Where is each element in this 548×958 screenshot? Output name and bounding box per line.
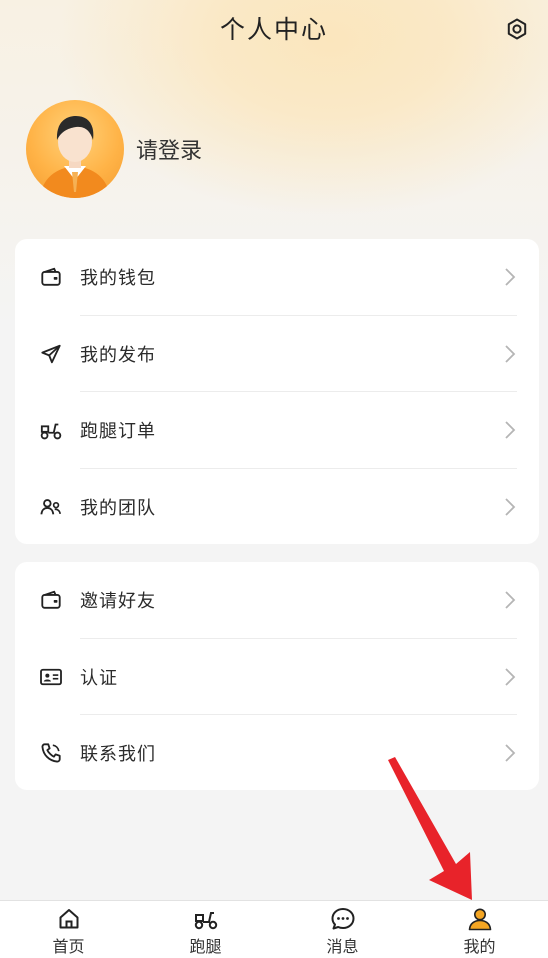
- chevron-right-icon: [503, 497, 517, 517]
- chevron-right-icon: [503, 590, 517, 610]
- tab-label: 我的: [463, 937, 496, 956]
- tab-errand[interactable]: 跑腿: [137, 901, 274, 958]
- chevron-right-icon: [503, 344, 517, 364]
- scooter-icon: [39, 418, 63, 442]
- wallet-icon: [39, 588, 63, 612]
- chevron-right-icon: [503, 267, 517, 287]
- menu-item-label: 我的钱包: [80, 268, 156, 290]
- login-link[interactable]: 请登录: [136, 133, 202, 165]
- page-title: 个人中心: [219, 15, 328, 44]
- menu-item-team[interactable]: 我的团队: [15, 469, 539, 546]
- chevron-right-icon: [503, 667, 517, 687]
- page-header: 个人中心: [0, 0, 548, 56]
- send-icon: [39, 342, 63, 366]
- message-icon: [330, 906, 356, 932]
- tab-mine[interactable]: 我的: [411, 901, 548, 958]
- chevron-right-icon: [503, 743, 517, 763]
- phone-icon: [39, 741, 63, 765]
- tab-label: 跑腿: [189, 937, 222, 956]
- menu-item-label: 我的团队: [80, 497, 156, 519]
- menu-card-secondary: 邀请好友 认证 联系我们: [15, 562, 539, 790]
- bottom-tab-bar: 首页 跑腿 消息 我的: [0, 900, 548, 958]
- menu-item-label: 邀请好友: [80, 591, 156, 613]
- menu-item-label: 我的发布: [80, 344, 156, 366]
- menu-item-invite[interactable]: 邀请好友: [15, 562, 539, 639]
- menu-item-wallet[interactable]: 我的钱包: [15, 239, 539, 316]
- team-icon: [39, 495, 63, 519]
- tab-label: 首页: [52, 937, 85, 956]
- tab-home[interactable]: 首页: [0, 901, 137, 958]
- chevron-right-icon: [503, 420, 517, 440]
- menu-card-primary: 我的钱包 我的发布 跑腿订单 我的团队: [15, 239, 539, 544]
- id-card-icon: [39, 665, 63, 689]
- menu-item-errand-orders[interactable]: 跑腿订单: [15, 392, 539, 469]
- user-icon: [467, 906, 493, 932]
- wallet-icon: [39, 265, 63, 289]
- tab-label: 消息: [326, 937, 359, 956]
- tab-messages[interactable]: 消息: [274, 901, 411, 958]
- profile-section[interactable]: 请登录: [26, 100, 202, 198]
- menu-item-label: 联系我们: [80, 744, 156, 766]
- menu-item-label: 认证: [80, 667, 118, 689]
- scooter-icon: [193, 906, 219, 932]
- user-avatar[interactable]: [26, 100, 124, 198]
- menu-item-contact[interactable]: 联系我们: [15, 715, 539, 792]
- menu-item-publish[interactable]: 我的发布: [15, 316, 539, 392]
- menu-item-label: 跑腿订单: [80, 421, 156, 443]
- home-icon: [56, 906, 82, 932]
- menu-item-verification[interactable]: 认证: [15, 639, 539, 715]
- settings-icon[interactable]: [504, 16, 530, 42]
